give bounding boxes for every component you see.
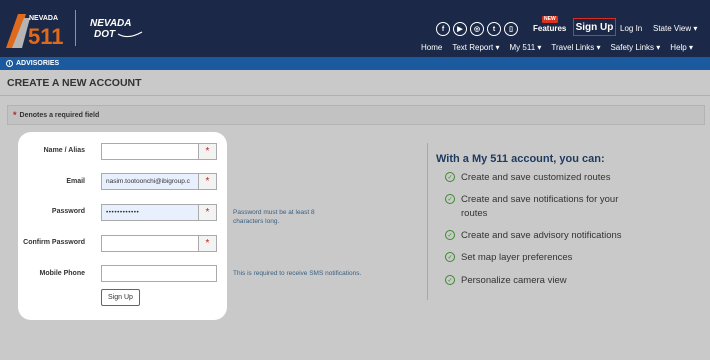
header-signup-button[interactable]: Sign Up — [573, 18, 616, 36]
nav-travel-links[interactable]: Travel Links ▾ — [551, 43, 600, 52]
new-badge: NEW — [542, 16, 558, 23]
main-nav: Home Text Report ▾ My 511 ▾ Travel Links… — [421, 43, 693, 52]
check-circle-icon: ✓ — [445, 230, 455, 240]
nav-safety-links[interactable]: Safety Links ▾ — [610, 43, 660, 52]
name-label: Name / Alias — [43, 147, 85, 154]
login-link[interactable]: Log In — [620, 24, 642, 33]
email-input[interactable]: nasim.tootoonchi@ibigroup.c — [101, 173, 199, 190]
benefit-item: ✓ Create and save customized routes — [445, 171, 636, 185]
benefit-item: ✓ Personalize camera view — [445, 274, 636, 288]
nav-text-report[interactable]: Text Report ▾ — [452, 43, 499, 52]
benefit-text: Personalize camera view — [461, 275, 567, 286]
logo-divider — [75, 10, 76, 46]
nav-my-511[interactable]: My 511 ▾ — [510, 43, 542, 52]
page-title: CREATE A NEW ACCOUNT — [7, 77, 142, 89]
benefit-item: ✓ Create and save notifications for your… — [445, 193, 636, 221]
nevada-dot-logo[interactable]: NEVADA DOT — [88, 14, 144, 44]
password-label: Password — [51, 208, 85, 215]
title-divider — [0, 95, 710, 96]
mobile-phone-input[interactable] — [101, 265, 217, 282]
benefit-text: Set map layer preferences — [461, 252, 573, 263]
svg-text:DOT: DOT — [94, 29, 116, 40]
mobile-phone-label: Mobile Phone — [39, 270, 86, 277]
check-circle-icon: ✓ — [445, 275, 455, 285]
check-circle-icon: ✓ — [445, 252, 455, 262]
facebook-icon[interactable]: f — [436, 22, 450, 36]
check-circle-icon: ✓ — [445, 194, 455, 204]
advisories-bar[interactable]: i ADVISORIES — [0, 57, 710, 70]
email-required-marker: * — [199, 173, 217, 190]
svg-text:NEVADA: NEVADA — [29, 15, 58, 22]
phone-hint: This is required to receive SMS notifica… — [233, 270, 362, 277]
benefit-text: Create and save advisory notifications — [461, 230, 622, 241]
mobile-icon[interactable]: ▯ — [504, 22, 518, 36]
required-note-text: Denotes a required field — [19, 111, 100, 119]
state-view-dropdown[interactable]: State View ▾ — [653, 24, 697, 33]
advisories-label: ADVISORIES — [16, 60, 60, 67]
signup-form: Name / Alias * Email nasim.tootoonchi@ib… — [18, 132, 227, 320]
site-header: NEVADA 511 NEVADA DOT f ▶ ◎ t ▯ NEW Feat… — [0, 0, 710, 57]
nevada-511-logo[interactable]: NEVADA 511 — [6, 8, 68, 48]
password-required-marker: * — [199, 204, 217, 221]
vertical-divider — [427, 143, 428, 300]
required-field-note: * Denotes a required field — [7, 105, 705, 125]
instagram-icon[interactable]: ◎ — [470, 22, 484, 36]
svg-text:NEVADA: NEVADA — [90, 18, 131, 29]
password-hint: Password must be at least 8 characters l… — [233, 209, 315, 225]
name-required-marker: * — [199, 143, 217, 160]
benefit-text: Create and save notifications for your r… — [461, 194, 619, 219]
required-star-icon: * — [13, 110, 17, 120]
password-input[interactable]: •••••••••••• — [101, 204, 199, 221]
confirm-password-input[interactable] — [101, 235, 199, 252]
confirm-password-label: Confirm Password — [23, 239, 85, 246]
twitter-icon[interactable]: t — [487, 22, 501, 36]
check-circle-icon: ✓ — [445, 172, 455, 182]
info-icon: i — [6, 60, 13, 67]
features-link[interactable]: Features — [533, 24, 566, 33]
signup-submit-button[interactable]: Sign Up — [101, 289, 140, 306]
confirm-password-required-marker: * — [199, 235, 217, 252]
youtube-icon[interactable]: ▶ — [453, 22, 467, 36]
nav-help[interactable]: Help ▾ — [670, 43, 693, 52]
benefit-item: ✓ Create and save advisory notifications — [445, 229, 636, 243]
nav-home[interactable]: Home — [421, 43, 442, 52]
benefits-title: With a My 511 account, you can: — [436, 153, 605, 165]
benefit-item: ✓ Set map layer preferences — [445, 251, 636, 265]
svg-text:511: 511 — [28, 24, 64, 48]
social-links: f ▶ ◎ t ▯ — [436, 22, 518, 36]
name-input[interactable] — [101, 143, 199, 160]
email-label: Email — [66, 178, 85, 185]
benefit-text: Create and save customized routes — [461, 172, 611, 183]
